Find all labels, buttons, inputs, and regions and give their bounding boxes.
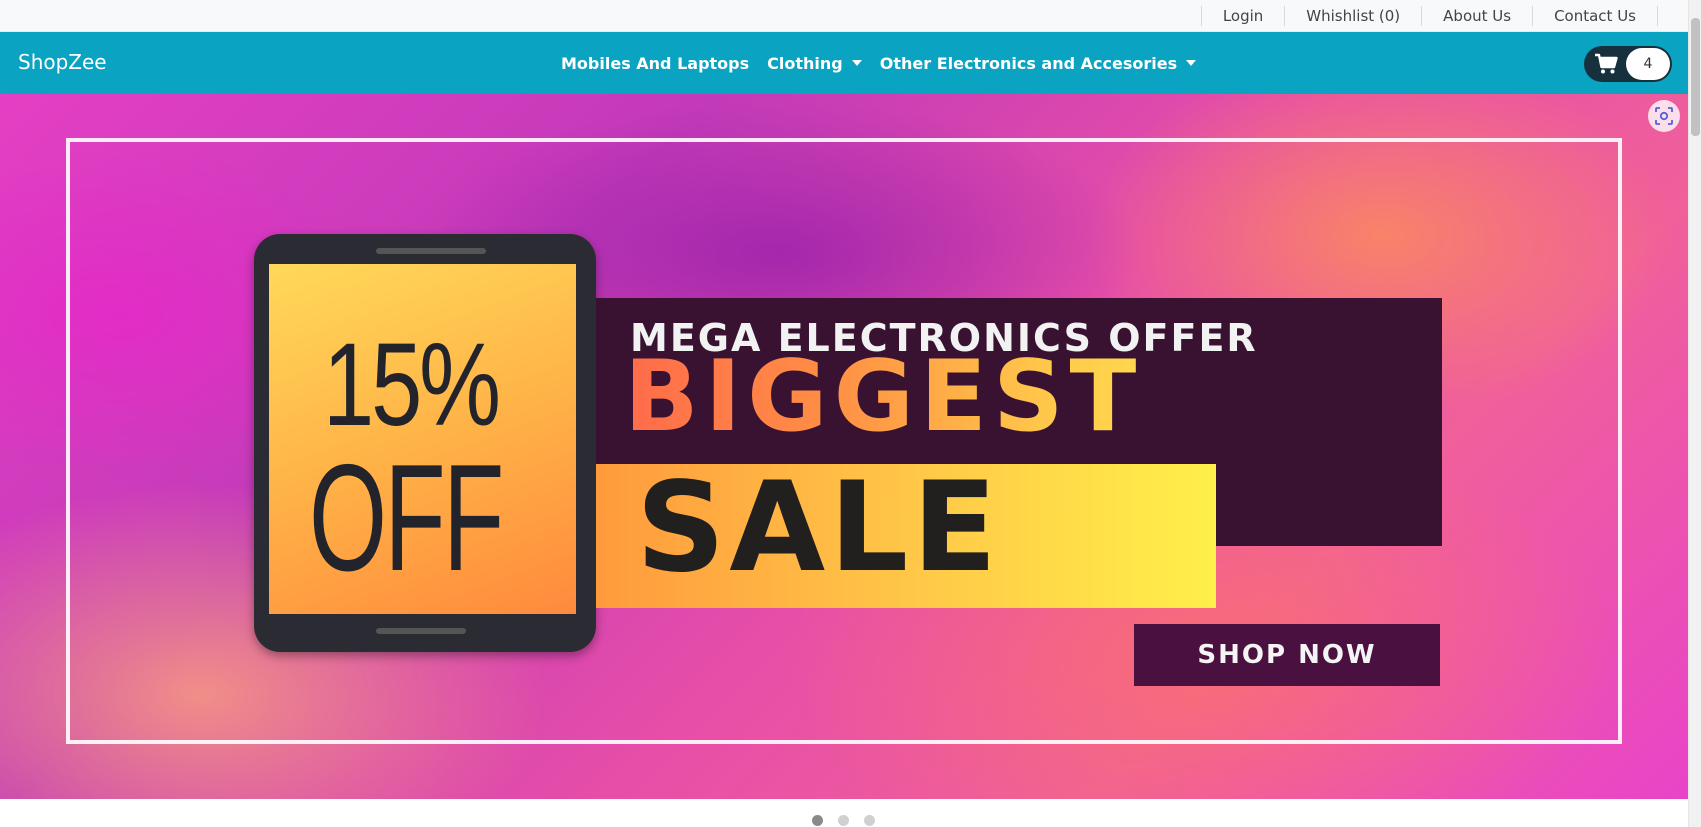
shop-now-button[interactable]: SHOP NOW [1134, 624, 1440, 686]
scrollbar-thumb[interactable] [1691, 18, 1700, 136]
biggest-text: BIGGEST [624, 340, 1143, 454]
vertical-scrollbar[interactable] [1688, 0, 1701, 827]
page: Login Whishlist (0) About Us Contact Us … [0, 0, 1701, 827]
contact-us-link[interactable]: Contact Us [1532, 6, 1658, 26]
nav-item-label: Other Electronics and Accesories [879, 53, 1178, 73]
phone-screen: 15% OFF [269, 264, 576, 614]
nav-item-label: Mobiles And Laptops [561, 53, 750, 73]
about-us-link[interactable]: About Us [1421, 6, 1532, 26]
shopping-cart-icon [1595, 53, 1618, 74]
carousel-dot-2[interactable] [838, 815, 849, 826]
nav-item-clothing[interactable]: Clothing [767, 54, 862, 73]
nav-item-label: Clothing [767, 53, 843, 73]
brand-logo[interactable]: ShopZee [18, 50, 107, 74]
hero-banner[interactable]: 15% OFF MEGA ELECTRONICS OFFER BIGGEST S… [0, 94, 1688, 799]
cart-count-badge: 4 [1626, 48, 1670, 80]
caret-down-icon [1186, 60, 1197, 66]
discount-off: OFF [309, 433, 504, 603]
discount-percent: 15% [323, 319, 501, 451]
carousel-dot-3[interactable] [864, 815, 875, 826]
screenshot-button[interactable] [1648, 100, 1680, 132]
phone-illustration: 15% OFF [254, 234, 596, 652]
phone-home-bar [376, 628, 466, 634]
cart-button[interactable]: 4 [1584, 46, 1672, 82]
top-links: Login Whishlist (0) About Us Contact Us [1200, 0, 1658, 32]
nav-menu: Mobiles And Laptops Clothing Other Elect… [561, 32, 1214, 94]
sale-text: SALE [636, 456, 1001, 600]
top-utility-bar: Login Whishlist (0) About Us Contact Us [0, 0, 1688, 32]
login-link[interactable]: Login [1200, 6, 1284, 26]
nav-item-other-electronics[interactable]: Other Electronics and Accesories [879, 53, 1197, 73]
wishlist-link[interactable]: Whishlist (0) [1284, 6, 1421, 26]
carousel-dot-1[interactable] [812, 815, 823, 826]
screenshot-capture-icon [1655, 107, 1673, 125]
caret-down-icon [851, 60, 862, 66]
phone-speaker [376, 248, 486, 254]
carousel-indicators [0, 799, 1688, 827]
main-navbar: ShopZee Mobiles And Laptops Clothing Oth… [0, 32, 1688, 94]
nav-item-mobiles-laptops[interactable]: Mobiles And Laptops [561, 54, 749, 73]
